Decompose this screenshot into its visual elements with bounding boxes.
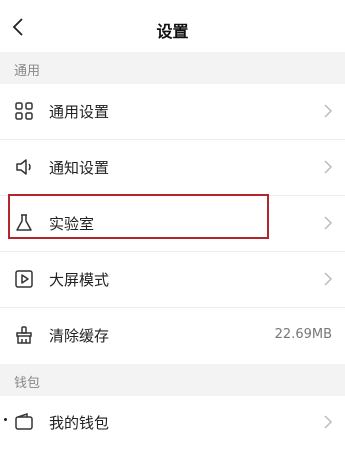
cache-size-value: 22.69MB [274, 327, 332, 342]
row-label: 我的钱包 [49, 414, 110, 432]
chevron-right-icon [324, 272, 333, 286]
settings-row-clear-cache[interactable]: 清除缓存 22.69MB [0, 308, 345, 363]
grid-icon [15, 102, 33, 120]
settings-row-notifications[interactable]: 通知设置 [0, 140, 345, 195]
row-label: 清除缓存 [49, 327, 110, 345]
top-bar: 设置 [0, 0, 345, 52]
section-label: 通用 [14, 64, 41, 79]
row-label: 大屏模式 [49, 271, 110, 289]
settings-row-wallet[interactable]: 我的钱包 [0, 396, 345, 451]
settings-row-big-screen[interactable]: 大屏模式 [0, 252, 345, 307]
settings-row-general[interactable]: 通用设置 [0, 84, 345, 139]
row-label: 实验室 [49, 215, 95, 233]
flask-icon [16, 214, 32, 231]
chevron-right-icon [324, 104, 333, 118]
section-header-general: 通用 [0, 52, 345, 84]
speaker-icon [16, 159, 31, 175]
chevron-right-icon [324, 160, 333, 174]
row-label: 通知设置 [49, 159, 110, 177]
section-header-wallet: 钱包 [0, 364, 345, 396]
chevron-right-icon [324, 415, 333, 429]
row-label: 通用设置 [49, 103, 110, 121]
section-label: 钱包 [14, 376, 41, 391]
broom-icon [16, 326, 32, 344]
bullet-dot [4, 418, 7, 421]
settings-row-lab[interactable]: 实验室 [0, 196, 345, 251]
wallet-icon [15, 412, 33, 430]
play-square-icon [15, 270, 33, 288]
page-title: 设置 [156, 22, 189, 41]
chevron-right-icon [324, 216, 333, 230]
